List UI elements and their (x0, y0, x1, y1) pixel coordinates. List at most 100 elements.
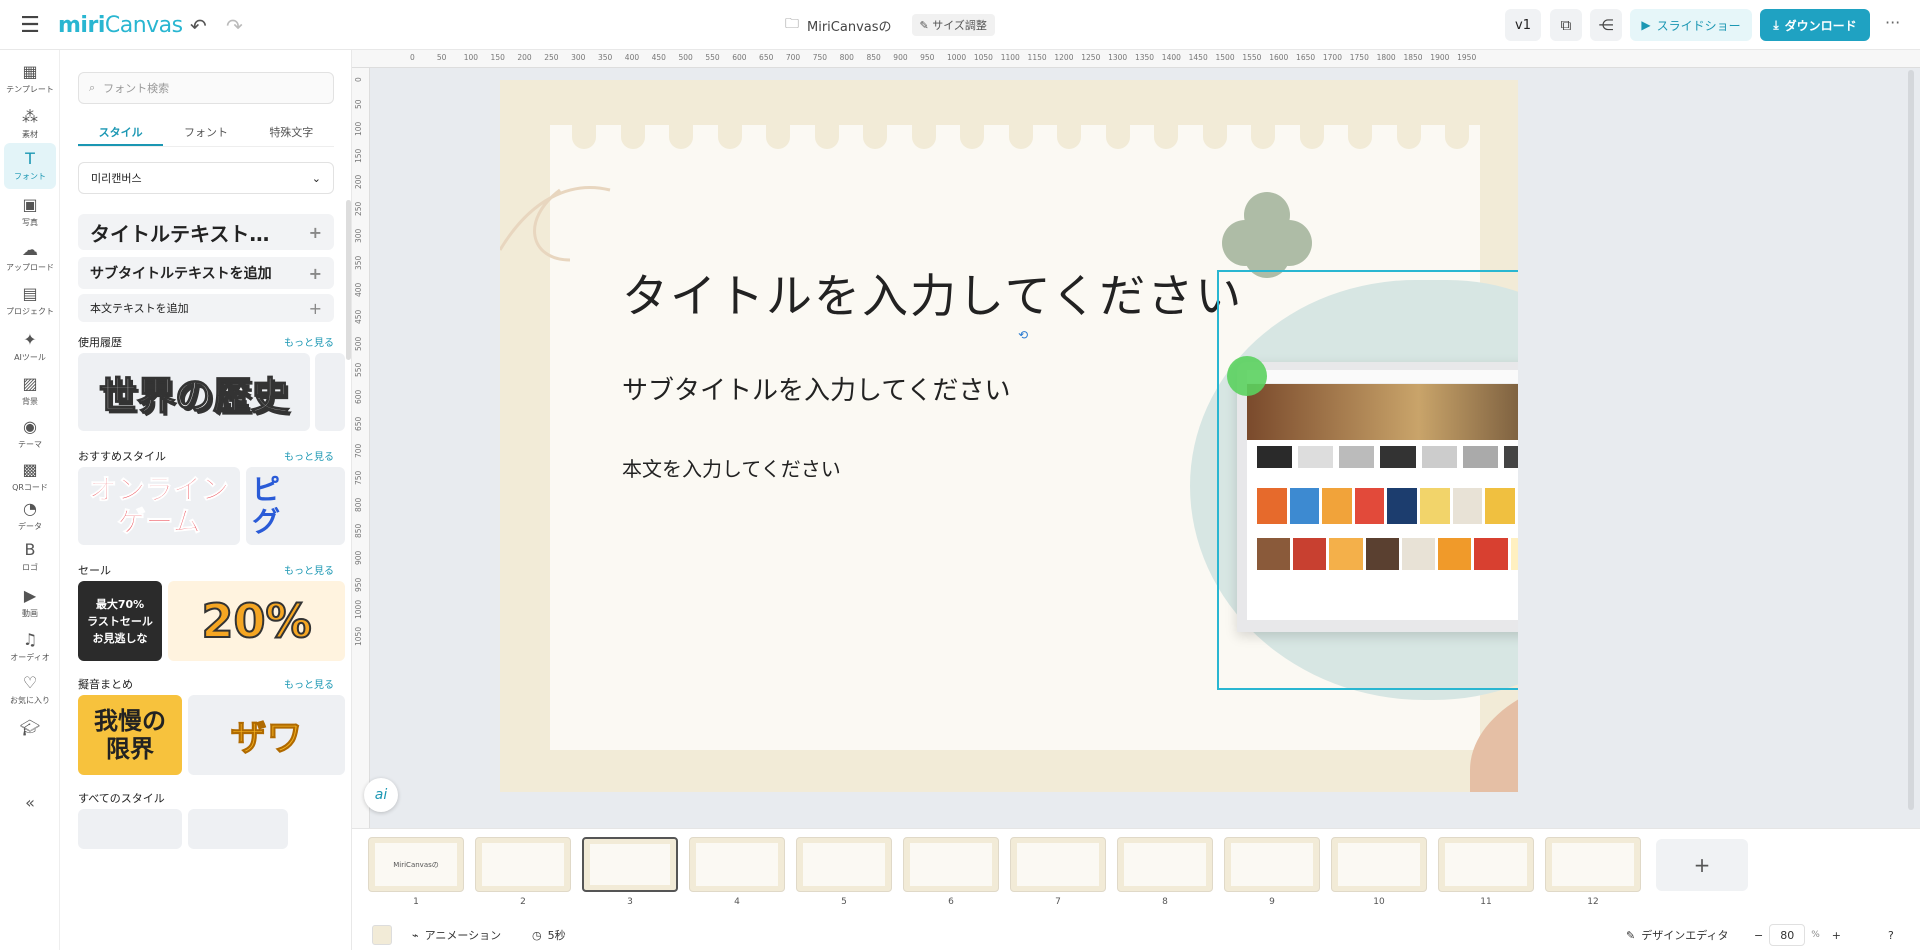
paper-hole (1348, 111, 1372, 149)
panel-scrollbar[interactable] (346, 200, 351, 360)
section-title: 擬音まとめ (78, 678, 133, 691)
tab-style[interactable]: スタイル (78, 116, 164, 146)
selection-box[interactable] (1217, 270, 1518, 690)
slide-thumbnail[interactable] (475, 837, 571, 892)
style-tile[interactable]: オンライン ゲーム (78, 467, 240, 545)
slide-canvas[interactable]: タイトルを入力してください サブタイトルを入力してください 本文を入力してくださ… (500, 80, 1518, 792)
redo-icon[interactable]: ↷ (226, 14, 243, 38)
sidebar-item-label: アップロード (6, 263, 54, 272)
see-more-link[interactable]: もっと見る (284, 334, 334, 350)
sidebar-item-background[interactable]: ▨ 背景 (4, 368, 56, 414)
save-icon[interactable]: ⧉ (1550, 9, 1582, 41)
add-body-button[interactable]: 本文テキストを追加 + (78, 294, 334, 322)
rotate-handle-icon[interactable]: ⟲ (1018, 328, 1028, 342)
style-tile[interactable] (78, 809, 182, 849)
ruler-tick-label: 1900 (1430, 53, 1450, 62)
style-tile[interactable]: 20% (168, 581, 345, 661)
slide-thumbnail[interactable] (796, 837, 892, 892)
slide-thumbnail[interactable]: MiriCanvasの (368, 837, 464, 892)
zoom-in-icon[interactable]: + (1832, 929, 1841, 942)
sidebar-item-upload[interactable]: ☁ アップロード (4, 234, 56, 280)
ruler-tick-label: 1250 (1081, 53, 1101, 62)
style-tile[interactable]: 我慢の 限界 (78, 695, 182, 775)
sidebar-item-elements[interactable]: ⁂ 素材 (4, 101, 56, 147)
slide-body-text[interactable]: 本文を入力してください (622, 453, 841, 482)
sidebar-item-fonts[interactable]: T フォント (4, 143, 56, 189)
tab-special-chars[interactable]: 特殊文字 (249, 116, 334, 146)
slide-thumbnail[interactable] (1010, 837, 1106, 892)
ruler-tick-label: 50 (354, 99, 363, 109)
share-icon[interactable]: ⋲ (1590, 9, 1622, 41)
add-title-button[interactable]: タイトルテキスト… + (78, 214, 334, 250)
learning-hat-icon[interactable]: 🎓︎ (4, 705, 56, 751)
resize-button[interactable]: ✎ サイズ調整 (911, 14, 995, 36)
more-options-icon[interactable]: ··· (1885, 13, 1900, 32)
undo-icon[interactable]: ↶ (190, 14, 207, 38)
sidebar-item-templates[interactable]: ▦ テンプレート (4, 56, 56, 102)
animation-button[interactable]: ⌁ アニメーション (412, 927, 501, 943)
workspace-scrollbar[interactable] (1908, 70, 1914, 810)
sidebar-item-photos[interactable]: ▣ 写真 (4, 189, 56, 235)
background-color-swatch[interactable] (372, 925, 392, 945)
ruler-tick-label: 1750 (1349, 53, 1369, 62)
play-icon: ▶ (1641, 18, 1651, 32)
ruler-tick-label: 900 (354, 550, 363, 566)
zoom-input[interactable]: 80 (1769, 924, 1806, 946)
see-more-link[interactable]: もっと見る (284, 676, 334, 692)
sidebar-item-logo[interactable]: B ロゴ (4, 534, 56, 580)
zoom-out-icon[interactable]: − (1754, 929, 1763, 942)
sidebar-item-projects[interactable]: ▤ プロジェクト (4, 278, 56, 324)
logo-icon: B (24, 540, 36, 559)
zoom-unit: % (1811, 930, 1820, 940)
slideshow-button[interactable]: ▶ スライドショー (1630, 9, 1752, 41)
collapse-sidebar-icon[interactable]: « (4, 780, 56, 826)
sidebar-item-label: オーディオ (10, 653, 50, 662)
add-subtitle-button[interactable]: サブタイトルテキストを追加 + (78, 257, 334, 289)
app-logo[interactable]: miri Canvas (58, 11, 183, 39)
plus-icon: + (308, 263, 322, 283)
help-icon[interactable]: ? (1888, 929, 1894, 942)
slide-subtitle-text[interactable]: サブタイトルを入力してください (622, 370, 1010, 407)
design-editor-button[interactable]: ✎ デザインエディタ (1626, 927, 1728, 943)
add-subtitle-label: サブタイトルテキストを追加 (90, 266, 272, 282)
sidebar-item-ai-tools[interactable]: ✦ AIツール (4, 324, 56, 370)
slide-thumbnail[interactable] (1117, 837, 1213, 892)
style-tile[interactable]: ザワ (188, 695, 345, 775)
style-tile[interactable] (188, 809, 288, 849)
sidebar-item-video[interactable]: ▶ 動画 (4, 580, 56, 626)
slide-thumbnail[interactable] (582, 837, 678, 892)
font-family-select[interactable]: 미리캔버스 ⌄ (78, 162, 334, 194)
ruler-tick-label: 300 (571, 53, 586, 62)
sidebar-item-label: 動画 (22, 609, 38, 618)
logo-sub: Canvas (104, 12, 183, 38)
see-more-link[interactable]: もっと見る (284, 562, 334, 578)
sidebar-item-theme[interactable]: ◉ テーマ (4, 411, 56, 457)
ai-assistant-button[interactable]: ai (364, 778, 398, 812)
slide-thumbnail[interactable] (1545, 837, 1641, 892)
slide-thumbnail[interactable] (1438, 837, 1534, 892)
slide-thumbnail[interactable] (689, 837, 785, 892)
background-icon: ▨ (22, 374, 38, 393)
hamburger-menu-icon[interactable]: ☰ (18, 13, 42, 38)
slide-thumbnail[interactable] (1224, 837, 1320, 892)
document-title[interactable]: MiriCanvasの (807, 16, 892, 35)
paper-hole (1057, 111, 1081, 149)
style-tile[interactable]: 最大70% ラストセール お見逃しな (78, 581, 162, 661)
font-search-input[interactable]: ⌕ フォント検索 (78, 72, 334, 104)
sidebar-item-data[interactable]: ◔ データ (4, 493, 56, 539)
version-button[interactable]: v1 (1505, 9, 1541, 41)
duration-button[interactable]: ◷ 5秒 (532, 927, 566, 943)
slide-thumbnail[interactable] (1331, 837, 1427, 892)
ruler-tick-label: 1650 (1296, 53, 1316, 62)
slide-thumbnail[interactable] (903, 837, 999, 892)
slide-title-text[interactable]: タイトルを入力してください (622, 260, 1243, 326)
style-tile[interactable]: 世界の歴史 (78, 353, 310, 431)
tab-font[interactable]: フォント (163, 116, 248, 146)
see-more-link[interactable]: もっと見る (284, 448, 334, 464)
sidebar-item-audio[interactable]: ♫ オーディオ (4, 624, 56, 670)
download-button[interactable]: ⤓ ダウンロード (1760, 9, 1870, 41)
style-tile-partial[interactable] (315, 353, 345, 431)
style-tile[interactable]: ピ グ (246, 467, 345, 545)
folder-icon[interactable]: 🗀 (785, 13, 799, 37)
add-slide-button[interactable]: + (1656, 839, 1748, 891)
